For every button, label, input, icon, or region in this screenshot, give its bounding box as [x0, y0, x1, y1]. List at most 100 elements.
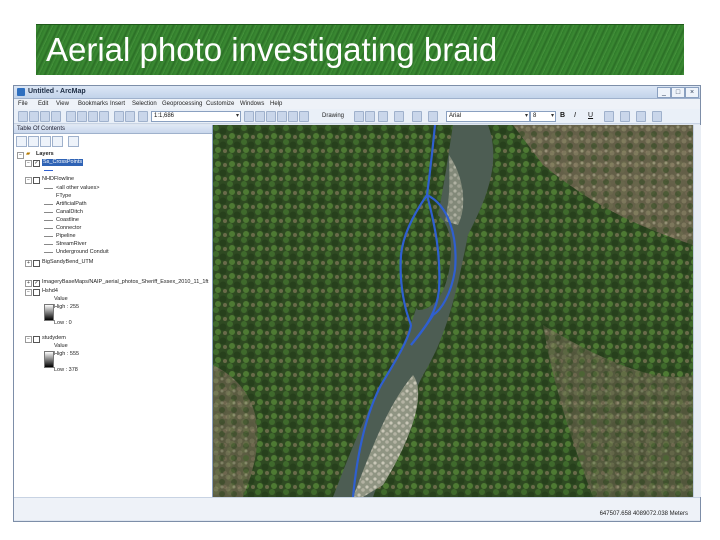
chevron-down-icon: ▾ — [235, 113, 239, 119]
map-scale-dropdown[interactable]: 1:1,686 ▾ — [151, 111, 241, 122]
new-document-icon[interactable] — [18, 111, 28, 122]
layer-hshd4[interactable]: Hshd4 — [42, 288, 58, 295]
layer-visibility-checkbox[interactable]: ✓ — [33, 280, 40, 287]
menu-selection[interactable]: Selection — [132, 99, 157, 109]
menu-view[interactable]: View — [56, 99, 69, 109]
list-by-drawing-order-icon[interactable] — [16, 136, 27, 147]
layer-ss-crosspoints[interactable]: Ss_CrossPoints — [42, 159, 84, 166]
menu-bookmarks[interactable]: Bookmarks — [78, 99, 108, 109]
legend-item: Value — [54, 296, 68, 302]
window-titlebar: Untitled - ArcMap _ □ × — [14, 86, 700, 99]
list-by-selection-icon[interactable] — [52, 136, 63, 147]
line-symbol — [44, 212, 53, 213]
callout-icon[interactable] — [412, 111, 422, 122]
map-vertical-scrollbar[interactable] — [693, 125, 701, 497]
arctoolbox-icon[interactable] — [288, 111, 298, 122]
save-icon[interactable] — [40, 111, 50, 122]
chevron-down-icon: ▾ — [550, 113, 554, 119]
underline-button[interactable]: U — [588, 111, 593, 121]
select-elements-icon[interactable] — [354, 111, 364, 122]
aerial-photo — [213, 125, 693, 497]
drawing-menu[interactable]: Drawing — [322, 111, 344, 121]
text-icon[interactable] — [394, 111, 404, 122]
menu-geoprocessing[interactable]: Geoprocessing — [162, 99, 202, 109]
layer-visibility-checkbox[interactable] — [33, 260, 40, 267]
redo-icon[interactable] — [125, 111, 135, 122]
layer-visibility-checkbox[interactable]: ✓ — [33, 160, 40, 167]
line-symbol — [44, 204, 53, 205]
rotate-icon[interactable] — [365, 111, 375, 122]
expand-icon[interactable]: + — [25, 260, 32, 267]
layer-imagery[interactable]: ImageryBaseMaps/NAIP_aerial_photos_Sheri… — [42, 279, 210, 286]
collapse-icon[interactable]: − — [25, 289, 32, 296]
expand-icon[interactable]: + — [25, 280, 32, 287]
paste-icon[interactable] — [88, 111, 98, 122]
line-symbol — [44, 220, 53, 221]
cursor-coordinates: 647507.658 4089072.038 Meters — [599, 511, 688, 517]
editor-toolbar-icon[interactable] — [244, 111, 254, 122]
undo-icon[interactable] — [114, 111, 124, 122]
chevron-down-icon: ▾ — [524, 113, 528, 119]
standard-toolbar: 1:1,686 ▾ Drawing Arial ▾ 8 ▾ B I U — [14, 109, 700, 124]
minimize-button[interactable]: _ — [657, 87, 671, 98]
list-by-visibility-icon[interactable] — [40, 136, 51, 147]
font-value: Arial — [449, 113, 462, 119]
toc-window-icon[interactable] — [255, 111, 265, 122]
toc-header: Table Of Contents — [14, 125, 212, 134]
legend-item: StreamRiver — [56, 241, 87, 247]
legend-item: Low : 0 — [54, 320, 72, 326]
open-icon[interactable] — [29, 111, 39, 122]
menu-insert[interactable]: Insert — [110, 99, 125, 109]
status-bar: 647507.658 4089072.038 Meters — [14, 497, 700, 520]
font-color-small-icon[interactable] — [428, 111, 438, 122]
italic-button[interactable]: I — [574, 111, 576, 121]
line-symbol — [44, 170, 53, 171]
maximize-button[interactable]: □ — [671, 87, 685, 98]
options-icon[interactable] — [68, 136, 79, 147]
add-data-icon[interactable] — [138, 111, 148, 122]
font-dropdown[interactable]: Arial ▾ — [446, 111, 530, 122]
print-icon[interactable] — [51, 111, 61, 122]
line-symbol — [44, 228, 53, 229]
arcmap-window: Untitled - ArcMap _ □ × File Edit View B… — [13, 85, 701, 522]
line-color-icon[interactable] — [636, 111, 646, 122]
marker-color-icon[interactable] — [652, 111, 662, 122]
layer-visibility-checkbox[interactable] — [33, 289, 40, 296]
rectangle-icon[interactable] — [378, 111, 388, 122]
menu-edit[interactable]: Edit — [38, 99, 48, 109]
delete-icon[interactable] — [99, 111, 109, 122]
collapse-icon[interactable]: − — [17, 152, 24, 159]
close-button[interactable]: × — [685, 87, 699, 98]
cut-icon[interactable] — [66, 111, 76, 122]
menu-file[interactable]: File — [18, 99, 28, 109]
collapse-icon[interactable]: − — [25, 336, 32, 343]
python-window-icon[interactable] — [299, 111, 309, 122]
font-size-dropdown[interactable]: 8 ▾ — [530, 111, 556, 122]
search-window-icon[interactable] — [277, 111, 287, 122]
copy-icon[interactable] — [77, 111, 87, 122]
arcmap-app-icon — [17, 88, 25, 96]
list-by-source-icon[interactable] — [28, 136, 39, 147]
menu-customize[interactable]: Customize — [206, 99, 234, 109]
legend-item: FType — [56, 193, 72, 199]
layer-visibility-checkbox[interactable] — [33, 177, 40, 184]
legend-item: <all other values> — [56, 185, 100, 191]
layer-studydem[interactable]: studydem — [42, 335, 66, 342]
layer-nhdflowline[interactable]: NHDFlowline — [42, 176, 74, 183]
font-color-icon[interactable] — [604, 111, 614, 122]
legend-item: High : 255 — [54, 304, 80, 310]
line-symbol — [44, 188, 53, 189]
layer-visibility-checkbox[interactable] — [33, 336, 40, 343]
menu-windows[interactable]: Windows — [240, 99, 264, 109]
catalog-window-icon[interactable] — [266, 111, 276, 122]
legend-item: ArtificialPath — [56, 201, 87, 207]
window-title: Untitled - ArcMap — [28, 88, 86, 95]
collapse-icon[interactable]: − — [25, 177, 32, 184]
layer-bigsandybend-utm[interactable]: BigSandyBend_UTM — [42, 259, 93, 266]
menu-help[interactable]: Help — [270, 99, 282, 109]
map-view[interactable] — [213, 125, 693, 497]
collapse-icon[interactable]: − — [25, 160, 32, 167]
fill-color-icon[interactable] — [620, 111, 630, 122]
layers-root[interactable]: Layers — [36, 151, 54, 158]
bold-button[interactable]: B — [560, 111, 565, 121]
